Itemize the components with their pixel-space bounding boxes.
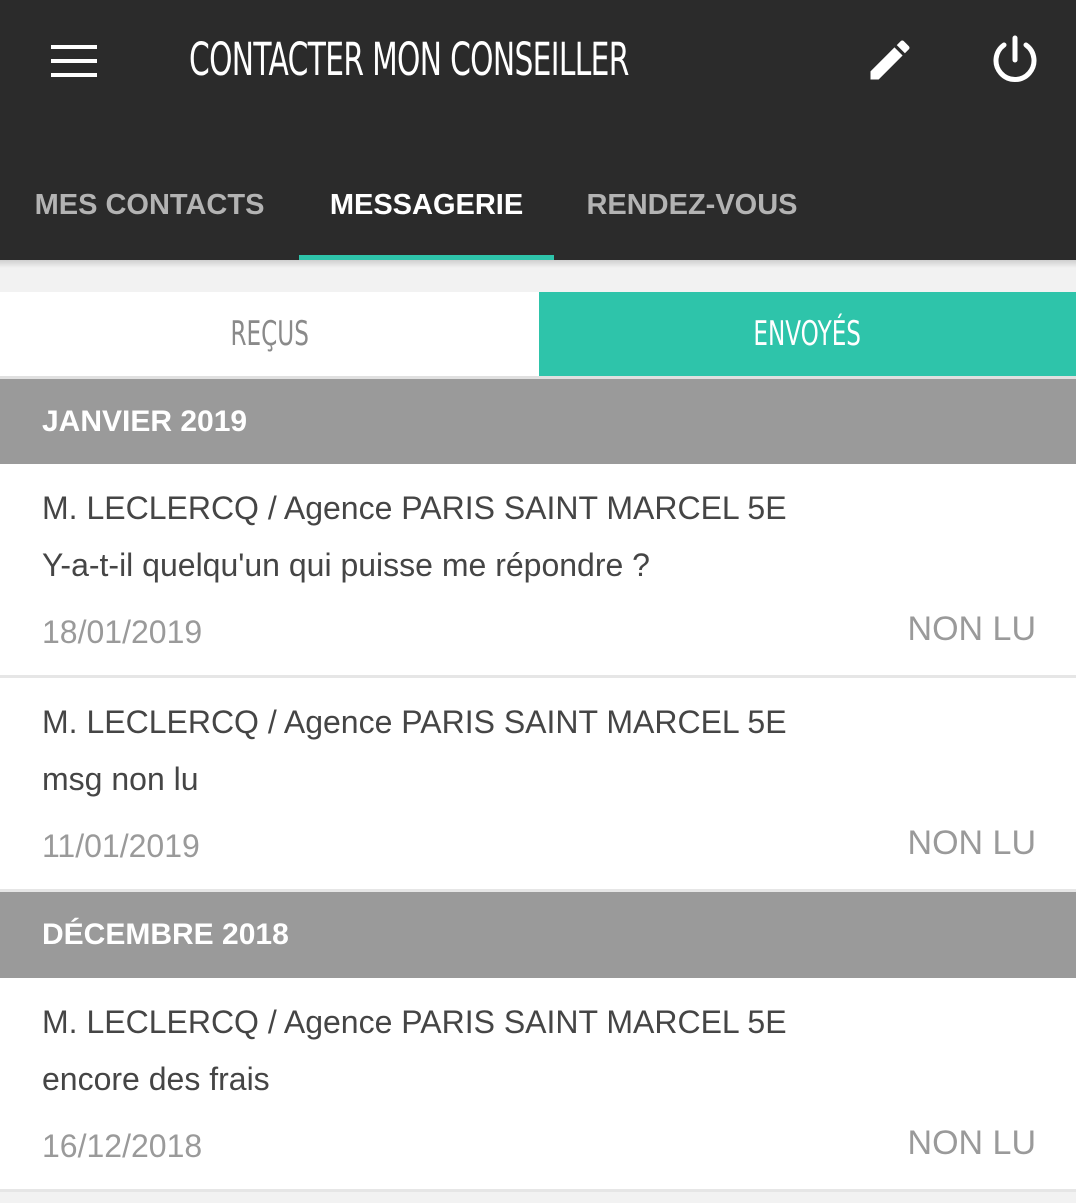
app-bar-shadow — [0, 260, 1076, 268]
power-icon — [993, 35, 1037, 82]
section-header: JANVIER 2019 — [0, 379, 1076, 464]
message-status: NON LU — [907, 824, 1036, 862]
tab-mes-contacts[interactable]: MES CONTACTS — [0, 150, 299, 260]
page-title: CONTACTER MON CONSEILLER — [189, 33, 629, 86]
message-item[interactable]: M. LECLERCQ / Agence PARIS SAINT MARCEL … — [0, 978, 1076, 1189]
segment-sent[interactable]: ENVOYÉS — [539, 292, 1076, 376]
message-date: 18/01/2019 — [42, 614, 203, 650]
message-item[interactable]: M. LECLERCQ / Agence PARIS SAINT MARCEL … — [0, 464, 1076, 675]
message-date: 11/01/2019 — [42, 828, 200, 864]
section-header: DÉCEMBRE 2018 — [0, 892, 1076, 978]
segment-received[interactable]: REÇUS — [0, 292, 539, 376]
menu-button[interactable] — [44, 36, 104, 86]
message-date: 16/12/2018 — [42, 1128, 203, 1164]
message-status: NON LU — [907, 1124, 1036, 1162]
message-sender: M. LECLERCQ / Agence PARIS SAINT MARCEL … — [42, 1004, 787, 1040]
tab-messagerie[interactable]: MESSAGERIE — [299, 150, 554, 260]
message-item[interactable]: M. LECLERCQ / Agence PARIS SAINT MARCEL … — [0, 678, 1076, 889]
app-bar: CONTACTER MON CONSEILLER MES CONTACTS ME… — [0, 0, 1076, 260]
hamburger-menu-icon — [51, 45, 97, 77]
main-tabs: MES CONTACTS MESSAGERIE RENDEZ-VOUS — [0, 150, 1076, 260]
segment-received-label: REÇUS — [230, 314, 309, 354]
pencil-icon — [870, 40, 910, 80]
message-status: NON LU — [907, 610, 1036, 648]
message-sender: M. LECLERCQ / Agence PARIS SAINT MARCEL … — [42, 490, 787, 526]
compose-button[interactable] — [860, 30, 920, 90]
divider — [0, 1189, 1076, 1192]
tab-rendez-vous[interactable]: RENDEZ-VOUS — [554, 150, 830, 260]
message-sender: M. LECLERCQ / Agence PARIS SAINT MARCEL … — [42, 704, 787, 740]
segment-sent-label: ENVOYÉS — [753, 314, 862, 354]
message-subject: encore des frais — [42, 1061, 270, 1097]
logout-button[interactable] — [985, 30, 1045, 90]
message-subject: msg non lu — [42, 761, 199, 797]
message-subject: Y-a-t-il quelqu'un qui puisse me répondr… — [42, 547, 650, 583]
